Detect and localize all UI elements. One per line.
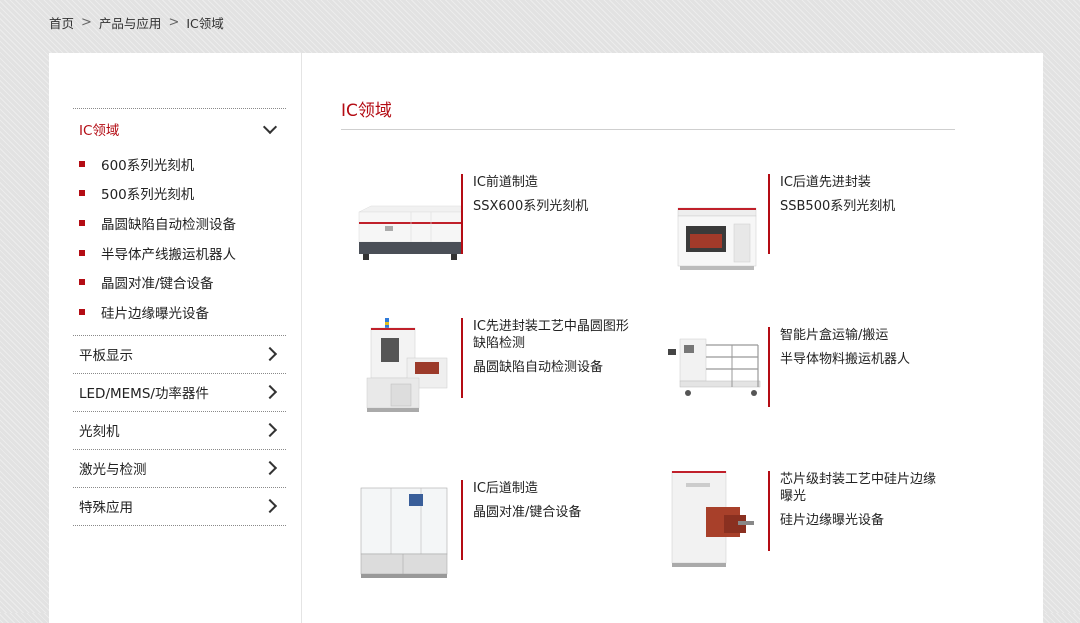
- category-label: 光刻机: [79, 424, 120, 441]
- submenu-item-label: 500系列光刻机: [101, 187, 195, 204]
- product-card[interactable]: 智能片盒运输/搬运 半导体物料搬运机器人: [648, 327, 948, 437]
- chevron-down-icon: [262, 119, 278, 134]
- bullet-icon: [79, 190, 85, 197]
- product-category: IC后道制造: [473, 481, 538, 496]
- product-category: IC先进封装工艺中晶圆图形缺陷检测: [473, 319, 629, 351]
- product-text: 智能片盒运输/搬运 半导体物料搬运机器人: [768, 327, 940, 407]
- sidebar: IC领域 600系列光刻机 500系列光刻机 晶圆缺陷自动检测设备 半导体产线搬…: [49, 53, 302, 623]
- breadcrumb-separator-icon: >: [81, 15, 92, 30]
- category-header[interactable]: 光刻机: [73, 412, 286, 449]
- category-led-mems: LED/MEMS/功率器件: [73, 372, 286, 411]
- category-ic-label: IC领域: [79, 123, 120, 139]
- category-label: 激光与检测: [79, 462, 147, 479]
- lithography-machine-icon: [358, 205, 461, 260]
- product-text: IC后道先进封装 SSB500系列光刻机: [768, 174, 940, 254]
- category-header[interactable]: 平板显示: [73, 336, 286, 373]
- category-flat-panel: 平板显示: [73, 334, 286, 373]
- bullet-icon: [79, 279, 85, 286]
- chevron-right-icon: [262, 498, 278, 514]
- product-text: IC先进封装工艺中晶圆图形缺陷检测 晶圆缺陷自动检测设备: [461, 318, 633, 398]
- product-card[interactable]: IC后道制造 晶圆对准/键合设备: [341, 480, 641, 590]
- product-text: 芯片级封装工艺中硅片边缘曝光 硅片边缘曝光设备: [768, 471, 940, 551]
- chevron-right-icon: [262, 346, 278, 362]
- product-category: IC后道先进封装: [780, 175, 871, 190]
- bullet-icon: [79, 219, 85, 226]
- product-text: IC前道制造 SSX600系列光刻机: [461, 174, 633, 254]
- product-name: 半导体物料搬运机器人: [780, 352, 911, 367]
- bonding-machine-icon: [360, 487, 448, 578]
- menu-divider: [73, 524, 286, 526]
- content-panel: IC领域 600系列光刻机 500系列光刻机 晶圆缺陷自动检测设备 半导体产线搬…: [49, 53, 1043, 623]
- wafer-inspection-machine-icon: [366, 318, 448, 412]
- edge-exposure-machine-icon: [671, 471, 754, 567]
- bullet-icon: [79, 160, 85, 167]
- product-name: 硅片边缘曝光设备: [780, 513, 885, 528]
- bullet-icon: [79, 249, 85, 256]
- product-name: SSX600系列光刻机: [473, 199, 589, 214]
- category-header[interactable]: 特殊应用: [73, 488, 286, 525]
- chevron-right-icon: [262, 384, 278, 400]
- product-category: IC前道制造: [473, 175, 538, 190]
- product-card[interactable]: IC前道制造 SSX600系列光刻机: [341, 174, 641, 284]
- product-name: SSB500系列光刻机: [780, 199, 896, 214]
- category-laser-inspection: 激光与检测: [73, 448, 286, 487]
- submenu-item-label: 硅片边缘曝光设备: [101, 305, 209, 322]
- breadcrumb-current: IC领域: [186, 16, 224, 31]
- chevron-right-icon: [262, 422, 278, 438]
- breadcrumb: 首页 > 产品与应用 > IC领域: [49, 13, 224, 32]
- bullet-icon: [79, 308, 85, 315]
- submenu-item[interactable]: 晶圆缺陷自动检测设备: [73, 208, 286, 238]
- category-ic: IC领域 600系列光刻机 500系列光刻机 晶圆缺陷自动检测设备 半导体产线搬…: [73, 108, 286, 335]
- submenu-item-label: 晶圆对准/键合设备: [101, 276, 214, 293]
- submenu-item[interactable]: 硅片边缘曝光设备: [73, 297, 286, 327]
- submenu-item[interactable]: 晶圆对准/键合设备: [73, 267, 286, 297]
- submenu-item-label: 晶圆缺陷自动检测设备: [101, 216, 236, 233]
- product-category: 芯片级封装工艺中硅片边缘曝光: [780, 472, 937, 504]
- category-header[interactable]: 激光与检测: [73, 450, 286, 487]
- product-card[interactable]: IC先进封装工艺中晶圆图形缺陷检测 晶圆缺陷自动检测设备: [341, 318, 641, 428]
- packaging-lithography-machine-icon: [677, 207, 757, 270]
- submenu-item-label: 半导体产线搬运机器人: [101, 246, 236, 263]
- category-menu: IC领域 600系列光刻机 500系列光刻机 晶圆缺陷自动检测设备 半导体产线搬…: [73, 108, 286, 526]
- title-divider: [341, 129, 955, 130]
- product-name: 晶圆对准/键合设备: [473, 505, 582, 520]
- submenu-item[interactable]: 半导体产线搬运机器人: [73, 238, 286, 268]
- chevron-right-icon: [262, 460, 278, 476]
- breadcrumb-products[interactable]: 产品与应用: [99, 13, 162, 32]
- product-text: IC后道制造 晶圆对准/键合设备: [461, 480, 633, 560]
- category-lithography: 光刻机: [73, 410, 286, 449]
- breadcrumb-separator-icon: >: [168, 15, 180, 30]
- product-card[interactable]: 芯片级封装工艺中硅片边缘曝光 硅片边缘曝光设备: [648, 471, 948, 581]
- product-name: 晶圆缺陷自动检测设备: [473, 360, 604, 375]
- category-header[interactable]: LED/MEMS/功率器件: [73, 374, 286, 411]
- submenu-item-label: 600系列光刻机: [101, 157, 195, 174]
- ic-submenu: 600系列光刻机 500系列光刻机 晶圆缺陷自动检测设备 半导体产线搬运机器人 …: [73, 149, 286, 335]
- category-label: LED/MEMS/功率器件: [79, 386, 209, 403]
- category-label: 特殊应用: [79, 500, 133, 517]
- submenu-item[interactable]: 500系列光刻机: [73, 179, 286, 209]
- page-title: IC领域: [341, 101, 392, 121]
- submenu-item[interactable]: 600系列光刻机: [73, 149, 286, 179]
- product-card[interactable]: IC后道先进封装 SSB500系列光刻机: [648, 174, 948, 284]
- category-special: 特殊应用: [73, 486, 286, 525]
- breadcrumb-home[interactable]: 首页: [49, 13, 74, 32]
- category-ic-header[interactable]: IC领域: [73, 109, 286, 149]
- product-category: 智能片盒运输/搬运: [780, 328, 889, 343]
- transport-robot-icon: [668, 338, 761, 396]
- category-label: 平板显示: [79, 348, 133, 365]
